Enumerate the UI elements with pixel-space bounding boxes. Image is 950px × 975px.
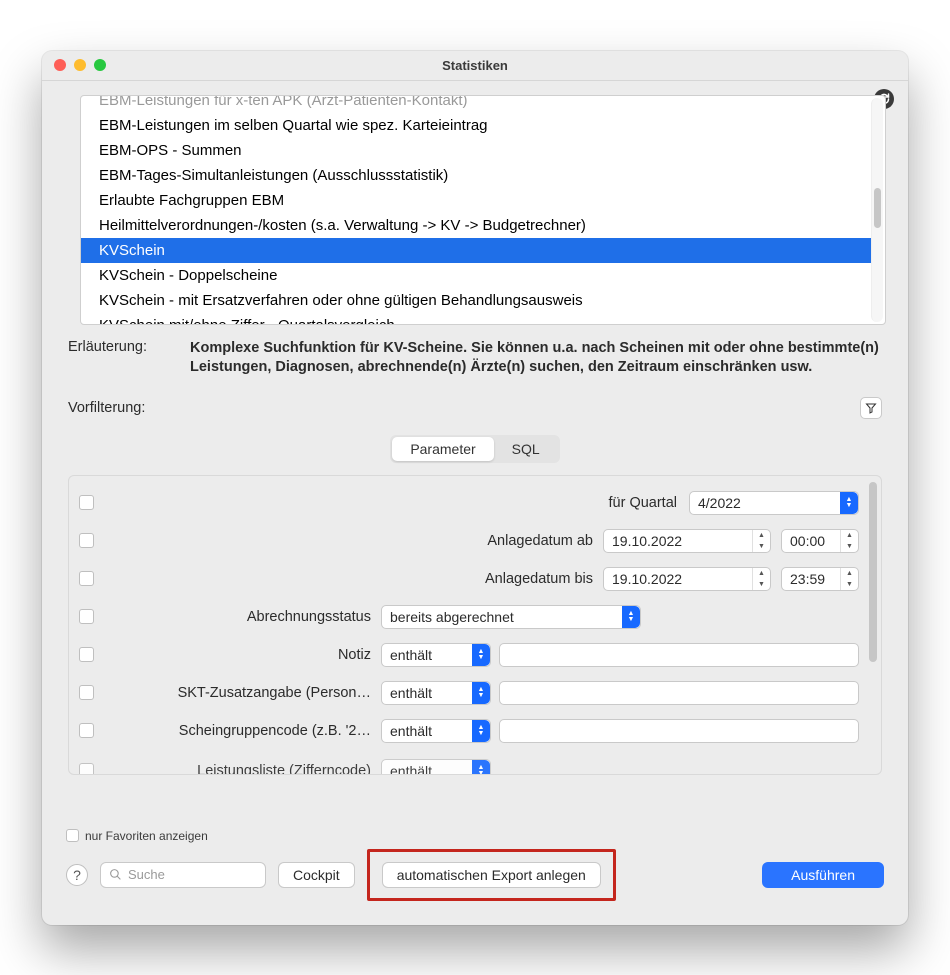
quartal-checkbox[interactable] [79,495,94,510]
list-scrollbar[interactable] [871,98,883,322]
scheingruppencode-label: Scheingruppencode (z.B. '2… [111,723,371,739]
anlage-ab-label: Anlagedatum ab [487,533,593,549]
chevron-updown-icon: ▲▼ [472,720,490,742]
abrechnungsstatus-select[interactable]: bereits abgerechnet ▲▼ [381,605,641,629]
description-text: Komplexe Suchfunktion für KV-Scheine. Si… [190,339,882,377]
list-item[interactable]: Heilmittelverordnungen-/kosten (s.a. Ver… [81,213,871,238]
favorites-label: nur Favoriten anzeigen [85,829,208,843]
notiz-operator-select[interactable]: enthält ▲▼ [381,643,491,667]
titlebar: Statistiken [42,51,908,81]
param-row-skt: SKT-Zusatzangabe (Person… enthält ▲▼ [79,674,859,712]
scheingruppencode-operator-select[interactable]: enthält ▲▼ [381,719,491,743]
chevron-updown-icon: ▲▼ [472,760,490,775]
create-automatic-export-button[interactable]: automatischen Export anlegen [382,862,601,888]
param-row-quartal: für Quartal 4/2022 ▲▼ [79,484,859,522]
search-placeholder: Suche [128,867,165,882]
anlage-bis-checkbox[interactable] [79,571,94,586]
statistics-list[interactable]: EBM-Leistungen für x-ten APK (Arzt-Patie… [80,95,886,325]
quartal-label: für Quartal [609,495,678,511]
export-highlight: automatischen Export anlegen [367,849,616,901]
param-row-leistungsliste: Leistungsliste (Zifferncode) enthält ▲▼ [79,752,859,775]
list-item[interactable]: EBM-Leistungen im selben Quartal wie spe… [81,113,871,138]
list-item[interactable]: Erlaubte Fachgruppen EBM [81,188,871,213]
scheingruppencode-value-input[interactable] [499,719,859,743]
param-scrollbar-thumb[interactable] [869,482,877,662]
search-input[interactable]: Suche [100,862,266,888]
prefilter-row: Vorfilterung: [68,397,882,419]
notiz-label: Notiz [111,647,371,663]
filter-icon[interactable] [860,397,882,419]
chevron-updown-icon: ▲▼ [840,492,858,514]
anlage-bis-date-input[interactable]: 19.10.2022 ▲▼ [603,567,771,591]
list-item[interactable]: KVSchein mit/ohne Ziffer - Quartalsvergl… [81,313,871,324]
anlage-bis-label: Anlagedatum bis [485,571,593,587]
footer: nur Favoriten anzeigen ? Suche Cockpit a… [52,819,898,915]
quartal-select[interactable]: 4/2022 ▲▼ [689,491,859,515]
skt-value-input[interactable] [499,681,859,705]
anlage-ab-time-input[interactable]: 00:00 ▲▼ [781,529,859,553]
skt-checkbox[interactable] [79,685,94,700]
param-row-abrechnungsstatus: Abrechnungsstatus bereits abgerechnet ▲▼ [79,598,859,636]
abrechnungsstatus-checkbox[interactable] [79,609,94,624]
action-row: ? Suche Cockpit automatischen Export anl… [66,849,884,901]
favorites-row: nur Favoriten anzeigen [66,829,884,843]
skt-operator-select[interactable]: enthält ▲▼ [381,681,491,705]
chevron-updown-icon: ▲▼ [472,682,490,704]
list-scrollbar-thumb[interactable] [874,188,881,228]
help-icon[interactable]: ? [66,864,88,886]
notiz-value-input[interactable] [499,643,859,667]
stepper-icon[interactable]: ▲▼ [752,568,770,590]
quartal-value: 4/2022 [698,495,741,511]
window-title: Statistiken [42,58,908,73]
leistungsliste-label: Leistungsliste (Zifferncode) [111,763,371,775]
scheingruppencode-checkbox[interactable] [79,723,94,738]
window-content: EBM-Leistungen für x-ten APK (Arzt-Patie… [42,81,908,925]
parameter-panel: für Quartal 4/2022 ▲▼ Anlagedatum [68,475,882,775]
prefilter-label: Vorfilterung: [68,400,145,416]
statistics-window: Statistiken EBM-Leistungen für x-ten APK… [42,51,908,925]
stepper-icon[interactable]: ▲▼ [840,530,858,552]
list-item[interactable]: EBM-Leistungen für x-ten APK (Arzt-Patie… [81,95,871,113]
param-row-anlage-ab: Anlagedatum ab 19.10.2022 ▲▼ 00:00 ▲▼ [79,522,859,560]
list-item[interactable]: EBM-OPS - Summen [81,138,871,163]
list-item[interactable]: KVSchein - Doppelscheine [81,263,871,288]
description-label: Erläuterung: [68,339,178,377]
anlage-ab-date-input[interactable]: 19.10.2022 ▲▼ [603,529,771,553]
param-row-anlage-bis: Anlagedatum bis 19.10.2022 ▲▼ 23:59 ▲▼ [79,560,859,598]
search-icon [109,868,122,881]
tab-sql[interactable]: SQL [494,437,558,461]
execute-button[interactable]: Ausführen [762,862,884,888]
chevron-updown-icon: ▲▼ [472,644,490,666]
abrechnungsstatus-label: Abrechnungsstatus [111,609,371,625]
abrechnungsstatus-value: bereits abgerechnet [390,609,514,625]
list-item[interactable]: KVSchein [81,238,871,263]
param-row-scheingruppencode: Scheingruppencode (z.B. '2… enthält ▲▼ [79,712,859,750]
anlage-bis-time-input[interactable]: 23:59 ▲▼ [781,567,859,591]
tabs: Parameter SQL [52,435,898,463]
param-row-notiz: Notiz enthält ▲▼ [79,636,859,674]
skt-label: SKT-Zusatzangabe (Person… [111,685,371,701]
cockpit-button[interactable]: Cockpit [278,862,355,888]
stepper-icon[interactable]: ▲▼ [840,568,858,590]
favorites-checkbox[interactable] [66,829,79,842]
stepper-icon[interactable]: ▲▼ [752,530,770,552]
list-item[interactable]: KVSchein - mit Ersatzverfahren oder ohne… [81,288,871,313]
tab-parameter[interactable]: Parameter [392,437,493,461]
leistungsliste-operator-select[interactable]: enthält ▲▼ [381,759,491,775]
param-scrollbar[interactable] [867,480,879,770]
notiz-checkbox[interactable] [79,647,94,662]
leistungsliste-checkbox[interactable] [79,763,94,775]
anlage-ab-checkbox[interactable] [79,533,94,548]
list-item[interactable]: EBM-Tages-Simultanleistungen (Ausschluss… [81,163,871,188]
chevron-updown-icon: ▲▼ [622,606,640,628]
description-row: Erläuterung: Komplexe Suchfunktion für K… [68,339,882,377]
